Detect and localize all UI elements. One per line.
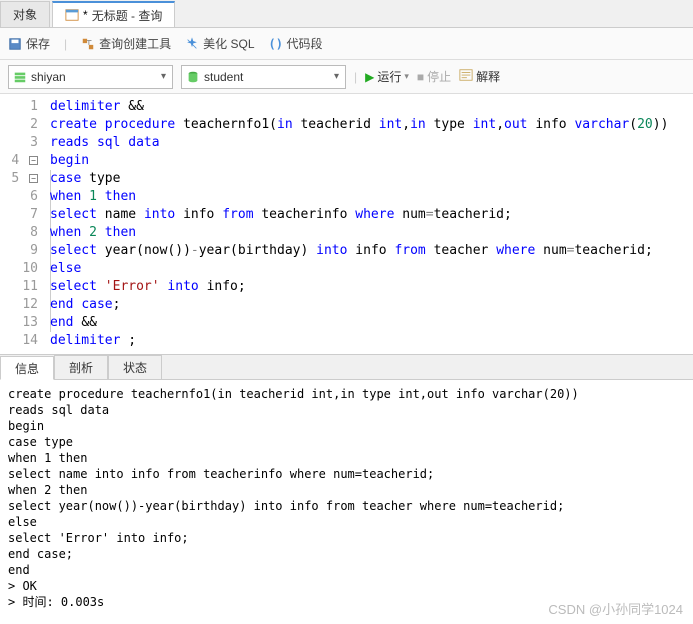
explain-button[interactable]: 解释 <box>459 68 500 85</box>
chevron-down-icon: ▾ <box>332 71 341 82</box>
beautify-icon <box>185 37 199 51</box>
run-label: 运行 <box>377 68 401 85</box>
chevron-down-icon: ▾ <box>404 71 409 82</box>
line-number: 1 <box>0 98 38 116</box>
code-line: create procedure teachernfo1(in teacheri… <box>50 116 693 134</box>
code-line: begin <box>50 152 693 170</box>
result-tab-info[interactable]: 信息 <box>0 356 54 380</box>
code-line: else <box>50 260 693 278</box>
beautify-label: 美化 SQL <box>203 35 254 52</box>
database-icon <box>186 70 200 84</box>
watermark: CSDN @小孙同学1024 <box>548 599 683 618</box>
code-line: select 'Error' into info; <box>50 278 693 296</box>
line-number: 12 <box>0 296 38 314</box>
snippet-label: 代码段 <box>287 35 323 52</box>
run-button[interactable]: ▶ 运行 ▾ <box>365 68 409 85</box>
line-number: 9 <box>0 242 38 260</box>
tab-object-label: 对象 <box>13 6 37 23</box>
snippet-button[interactable]: () 代码段 <box>269 35 323 52</box>
separator: | <box>354 70 357 84</box>
stop-label: 停止 <box>427 68 451 85</box>
line-number: 8 <box>0 224 38 242</box>
line-number: 7 <box>0 206 38 224</box>
save-button[interactable]: 保存 <box>8 35 50 52</box>
result-tab-status[interactable]: 状态 <box>108 355 162 379</box>
stop-icon: ■ <box>417 70 424 84</box>
code-editor[interactable]: 1234 −5 −67891011121314 delimiter &&crea… <box>0 94 693 354</box>
code-area[interactable]: delimiter &&create procedure teachernfo1… <box>44 94 693 354</box>
stop-button[interactable]: ■ 停止 <box>417 68 451 85</box>
result-tab-info-label: 信息 <box>15 360 39 377</box>
play-icon: ▶ <box>365 70 374 84</box>
database-combo[interactable]: student ▾ <box>181 65 346 89</box>
query-builder-label: 查询创建工具 <box>99 35 171 52</box>
line-number: 11 <box>0 278 38 296</box>
save-icon <box>8 37 22 51</box>
line-gutter: 1234 −5 −67891011121314 <box>0 94 44 354</box>
result-output[interactable]: create procedure teachernfo1(in teacheri… <box>0 380 693 618</box>
query-icon <box>65 8 79 22</box>
query-builder-button[interactable]: 查询创建工具 <box>81 35 171 52</box>
code-line: when 1 then <box>50 188 693 206</box>
builder-icon <box>81 37 95 51</box>
line-number: 13 <box>0 314 38 332</box>
result-tab-profile[interactable]: 剖析 <box>54 355 108 379</box>
snippet-icon: () <box>269 37 283 51</box>
line-number: 10 <box>0 260 38 278</box>
code-line: when 2 then <box>50 224 693 242</box>
tab-query-label: 无标题 - 查询 <box>92 7 163 24</box>
code-line: end && <box>50 314 693 332</box>
save-label: 保存 <box>26 35 50 52</box>
line-number: 6 <box>0 188 38 206</box>
tab-query-dirty: * <box>83 8 88 22</box>
line-number: 3 <box>0 134 38 152</box>
connection-combo[interactable]: shiyan ▾ <box>8 65 173 89</box>
database-value: student <box>204 70 328 84</box>
code-line: reads sql data <box>50 134 693 152</box>
beautify-button[interactable]: 美化 SQL <box>185 35 254 52</box>
chevron-down-icon: ▾ <box>159 71 168 82</box>
separator: | <box>64 37 67 51</box>
connection-value: shiyan <box>31 70 155 84</box>
connection-icon <box>13 70 27 84</box>
tab-query[interactable]: * 无标题 - 查询 <box>52 1 175 27</box>
explain-label: 解释 <box>476 68 500 85</box>
result-tabs: 信息 剖析 状态 <box>0 354 693 380</box>
code-line: delimiter && <box>50 98 693 116</box>
line-number: 5 − <box>0 170 38 188</box>
line-number: 2 <box>0 116 38 134</box>
explain-icon <box>459 68 473 85</box>
toolbar: 保存 | 查询创建工具 美化 SQL () 代码段 <box>0 28 693 60</box>
code-line: case type <box>50 170 693 188</box>
document-tabs: 对象 * 无标题 - 查询 <box>0 0 693 28</box>
code-line: select name into info from teacherinfo w… <box>50 206 693 224</box>
tab-object[interactable]: 对象 <box>0 1 50 27</box>
result-tab-profile-label: 剖析 <box>69 359 93 376</box>
line-number: 4 − <box>0 152 38 170</box>
code-line: select year(now())-year(birthday) into i… <box>50 242 693 260</box>
result-tab-status-label: 状态 <box>123 359 147 376</box>
code-line: end case; <box>50 296 693 314</box>
selector-bar: shiyan ▾ student ▾ | ▶ 运行 ▾ ■ 停止 解释 <box>0 60 693 94</box>
code-line: delimiter ; <box>50 332 693 350</box>
line-number: 14 <box>0 332 38 350</box>
